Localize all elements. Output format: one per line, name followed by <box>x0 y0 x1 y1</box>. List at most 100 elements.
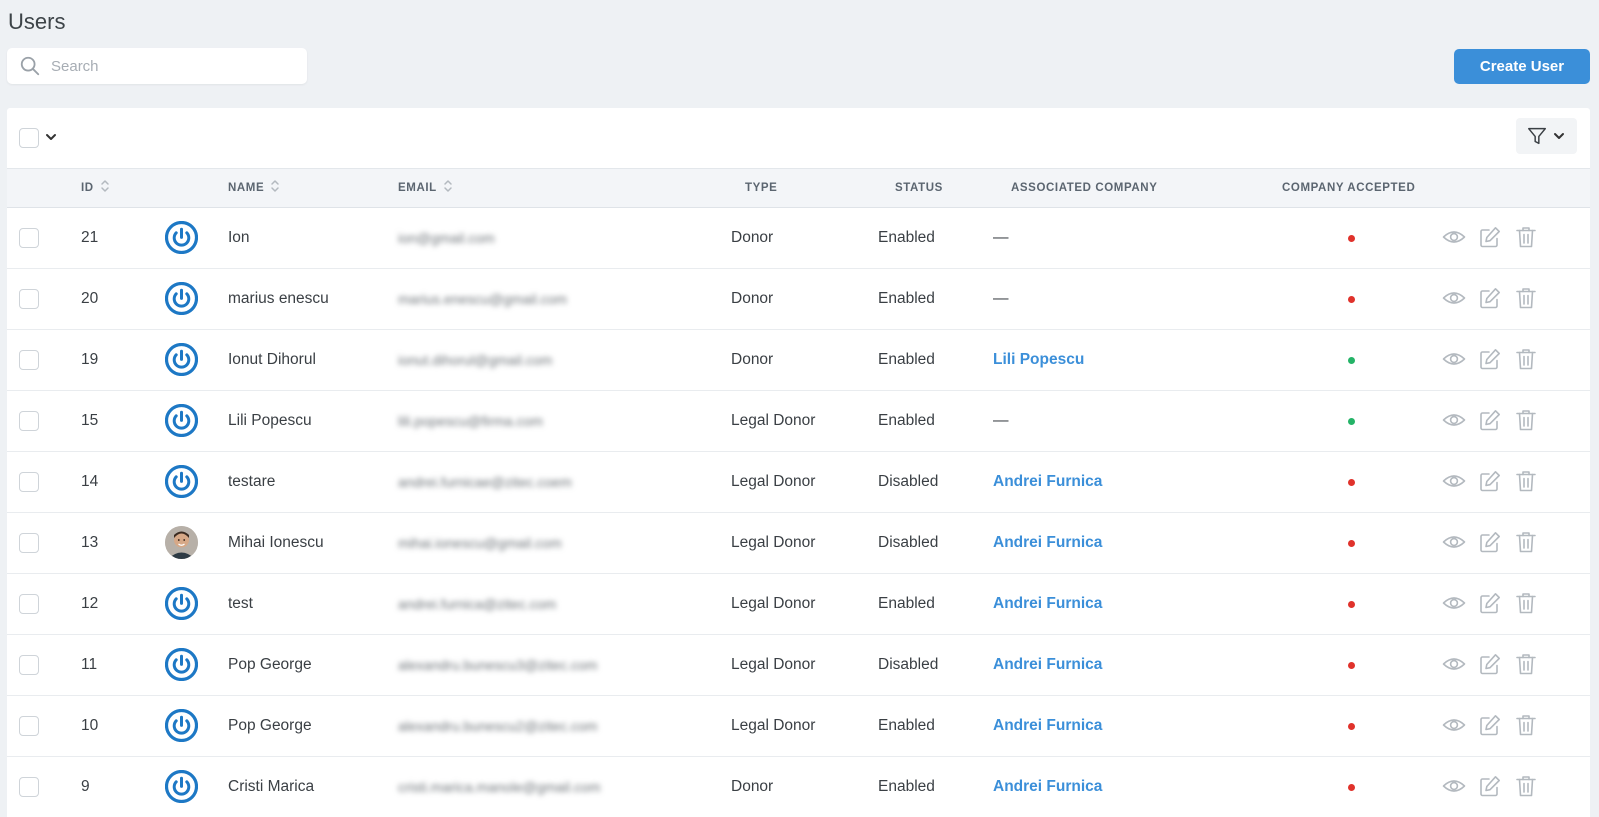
trash-button[interactable] <box>1514 652 1538 676</box>
trash-button[interactable] <box>1514 530 1538 554</box>
cell-id: 14 <box>81 473 99 490</box>
cell-status: Enabled <box>878 229 935 246</box>
company-accepted-indicator <box>1348 296 1355 303</box>
eye-icon <box>1442 353 1466 375</box>
search-input[interactable] <box>51 48 301 84</box>
eye-button[interactable] <box>1442 225 1466 249</box>
cell-company: — <box>993 290 1009 307</box>
trash-icon <box>1514 349 1538 375</box>
edit-button[interactable] <box>1478 469 1502 493</box>
eye-button[interactable] <box>1442 652 1466 676</box>
cell-id: 12 <box>81 595 99 612</box>
company-link[interactable]: Andrei Furnica <box>993 717 1102 734</box>
company-accepted-indicator <box>1348 723 1355 730</box>
table-row: 21 Ion ion@gmail.com Donor Enabled — <box>7 208 1590 269</box>
column-header-type: TYPE <box>745 182 778 194</box>
cell-id: 11 <box>81 656 98 673</box>
sort-icon[interactable] <box>270 178 280 194</box>
eye-button[interactable] <box>1442 469 1466 493</box>
trash-button[interactable] <box>1514 286 1538 310</box>
company-link[interactable]: Andrei Furnica <box>993 595 1102 612</box>
cell-type: Legal Donor <box>731 412 816 429</box>
cell-email: marius.enescu@gmail.com <box>398 291 568 307</box>
company-accepted-indicator <box>1348 540 1355 547</box>
edit-button[interactable] <box>1478 286 1502 310</box>
cell-status: Enabled <box>878 595 935 612</box>
trash-button[interactable] <box>1514 591 1538 615</box>
edit-button[interactable] <box>1478 713 1502 737</box>
edit-icon <box>1478 715 1502 741</box>
company-accepted-indicator <box>1348 601 1355 608</box>
row-checkbox[interactable] <box>19 777 39 797</box>
cell-type: Donor <box>731 778 774 795</box>
cell-email: alexandru.bunescu2@zitec.com <box>398 718 598 734</box>
create-user-button[interactable]: Create User <box>1454 49 1590 84</box>
eye-button[interactable] <box>1442 713 1466 737</box>
trash-icon <box>1514 471 1538 497</box>
filter-icon <box>1528 127 1546 145</box>
edit-icon <box>1478 288 1502 314</box>
edit-button[interactable] <box>1478 408 1502 432</box>
eye-button[interactable] <box>1442 408 1466 432</box>
select-all-checkbox[interactable] <box>19 128 39 148</box>
edit-button[interactable] <box>1478 774 1502 798</box>
company-accepted-indicator <box>1348 662 1355 669</box>
company-link[interactable]: Lili Popescu <box>993 351 1084 368</box>
column-header-company-accepted: COMPANY ACCEPTED <box>1282 182 1416 194</box>
eye-button[interactable] <box>1442 591 1466 615</box>
trash-button[interactable] <box>1514 225 1538 249</box>
cell-type: Legal Donor <box>731 656 816 673</box>
chevron-down-icon[interactable] <box>44 129 58 145</box>
eye-button[interactable] <box>1442 347 1466 371</box>
row-checkbox[interactable] <box>19 594 39 614</box>
cell-name: Ion <box>228 229 250 246</box>
edit-icon <box>1478 410 1502 436</box>
table-row: 9 Cristi Marica cristi.marica.manole@gmail… <box>7 757 1590 817</box>
column-header-email[interactable]: EMAIL <box>398 169 453 208</box>
eye-button[interactable] <box>1442 286 1466 310</box>
row-checkbox[interactable] <box>19 655 39 675</box>
eye-button[interactable] <box>1442 530 1466 554</box>
filter-button[interactable] <box>1516 118 1577 154</box>
cell-email: alexandru.bunescu3@zitec.com <box>398 657 598 673</box>
cell-status: Disabled <box>878 473 939 490</box>
column-header-name[interactable]: NAME <box>228 169 280 208</box>
table-row: 20 marius enescu marius.enescu@gmail.com Do… <box>7 269 1590 330</box>
company-link[interactable]: Andrei Furnica <box>993 473 1102 490</box>
trash-button[interactable] <box>1514 713 1538 737</box>
edit-button[interactable] <box>1478 530 1502 554</box>
row-checkbox[interactable] <box>19 716 39 736</box>
eye-icon <box>1442 780 1466 802</box>
power-icon <box>164 647 199 682</box>
trash-icon <box>1514 532 1538 558</box>
row-checkbox[interactable] <box>19 350 39 370</box>
edit-icon <box>1478 654 1502 680</box>
column-header-id[interactable]: ID <box>81 169 110 208</box>
table-row: 10 Pop George alexandru.bunescu2@zitec.com… <box>7 696 1590 757</box>
trash-button[interactable] <box>1514 774 1538 798</box>
cell-status: Disabled <box>878 656 939 673</box>
trash-button[interactable] <box>1514 469 1538 493</box>
eye-icon <box>1442 475 1466 497</box>
eye-button[interactable] <box>1442 774 1466 798</box>
edit-icon <box>1478 593 1502 619</box>
edit-button[interactable] <box>1478 225 1502 249</box>
sort-icon[interactable] <box>100 178 110 194</box>
edit-button[interactable] <box>1478 652 1502 676</box>
company-link[interactable]: Andrei Furnica <box>993 656 1102 673</box>
cell-name: Pop George <box>228 717 312 734</box>
trash-button[interactable] <box>1514 408 1538 432</box>
row-checkbox[interactable] <box>19 411 39 431</box>
row-checkbox[interactable] <box>19 228 39 248</box>
company-link[interactable]: Andrei Furnica <box>993 778 1102 795</box>
sort-icon[interactable] <box>443 178 453 194</box>
trash-button[interactable] <box>1514 347 1538 371</box>
row-checkbox[interactable] <box>19 472 39 492</box>
row-checkbox[interactable] <box>19 533 39 553</box>
eye-icon <box>1442 597 1466 619</box>
cell-id: 9 <box>81 778 90 795</box>
company-link[interactable]: Andrei Furnica <box>993 534 1102 551</box>
row-checkbox[interactable] <box>19 289 39 309</box>
edit-button[interactable] <box>1478 591 1502 615</box>
edit-button[interactable] <box>1478 347 1502 371</box>
